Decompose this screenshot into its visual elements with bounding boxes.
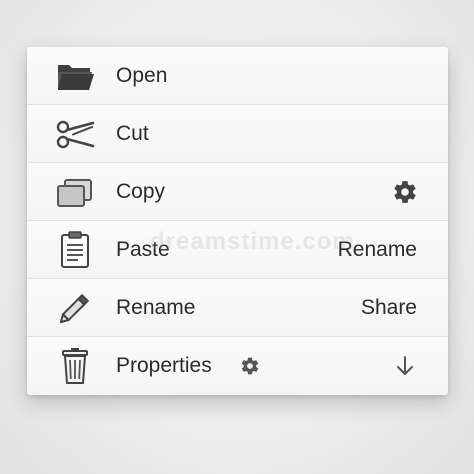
menu-item-label: Cut <box>116 122 149 145</box>
clipboard-icon <box>54 231 96 269</box>
menu-item-label: Rename <box>116 296 196 319</box>
gear-icon[interactable] <box>392 179 418 205</box>
folder-icon <box>54 57 96 95</box>
gear-icon[interactable] <box>240 356 260 376</box>
menu-item-cut[interactable]: Cut <box>27 105 448 163</box>
trash-icon <box>54 347 96 385</box>
menu-item-properties[interactable]: Properties <box>27 337 448 395</box>
menu-item-copy[interactable]: Copy <box>27 163 448 221</box>
menu-item-paste[interactable]: Paste Rename <box>27 221 448 279</box>
menu-item-label: Properties <box>116 354 212 377</box>
context-menu: Open Cut Copy Paste Rename Rename Share … <box>27 47 448 395</box>
menu-item-label: Copy <box>116 180 166 203</box>
menu-item-label: Paste <box>116 238 170 261</box>
share-shortcut-label[interactable]: Share <box>361 279 417 337</box>
arrow-down-icon[interactable] <box>392 353 418 379</box>
copy-icon <box>54 173 96 211</box>
pencil-icon <box>54 289 96 327</box>
scissors-icon <box>54 115 96 153</box>
rename-shortcut-label[interactable]: Rename <box>338 221 417 279</box>
menu-item-rename[interactable]: Rename Share <box>27 279 448 337</box>
menu-item-open[interactable]: Open <box>27 47 448 105</box>
menu-item-label: Open <box>116 64 168 87</box>
